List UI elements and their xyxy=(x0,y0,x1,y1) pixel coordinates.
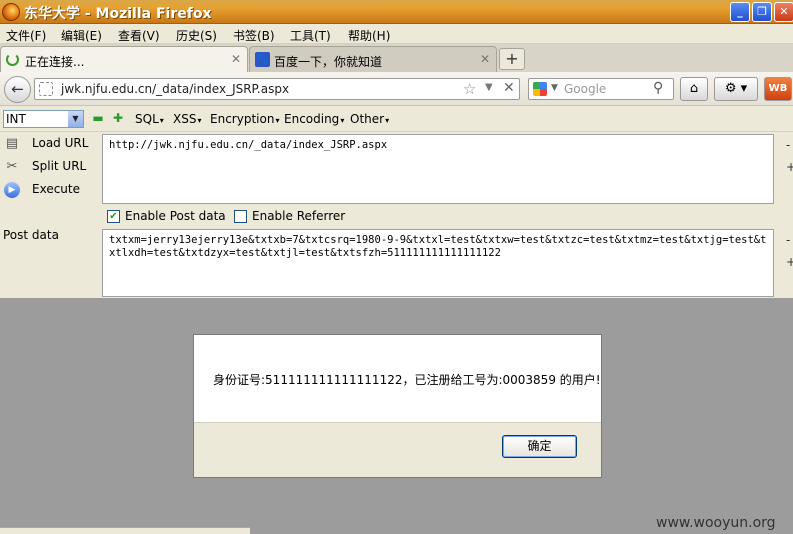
search-placeholder: Google xyxy=(564,82,607,96)
tab-close-icon[interactable]: ✕ xyxy=(480,52,490,66)
ok-button[interactable]: 确定 xyxy=(502,435,577,458)
home-button[interactable]: ⌂ xyxy=(680,77,708,101)
split-url-button[interactable]: ✂ Split URL xyxy=(2,156,97,178)
chevron-down-icon[interactable]: ▼ xyxy=(68,111,83,127)
site-identity-icon[interactable] xyxy=(39,82,53,96)
hackbar-toolbar: INT ▼ ▬ ✚ SQL XSS Encryption Encoding Ot… xyxy=(0,106,793,132)
weibo-button[interactable]: WB xyxy=(764,77,792,101)
checkbox-unchecked-icon[interactable] xyxy=(234,210,247,223)
url-text: jwk.njfu.edu.cn/_data/index_JSRP.aspx xyxy=(61,82,290,96)
alert-message: 身份证号:511111111111111122，已注册给工号为:0003859 … xyxy=(213,373,601,387)
navigation-bar: ← jwk.njfu.edu.cn/_data/index_JSRP.aspx … xyxy=(0,72,793,106)
enable-post-checkbox[interactable]: ✔ Enable Post data xyxy=(107,209,227,225)
search-icon[interactable]: ⚲ xyxy=(653,80,663,96)
hackbar-type-select[interactable]: INT ▼ xyxy=(3,110,84,128)
dialog-footer: 确定 xyxy=(194,422,601,477)
menu-help[interactable]: 帮助(H) xyxy=(348,27,390,44)
scissors-icon: ✂ xyxy=(6,159,18,174)
menu-bookmarks[interactable]: 书签(B) xyxy=(233,27,275,44)
menu-encoding[interactable]: Encoding xyxy=(284,112,344,126)
hackbar-panel: ▤ Load URL ✂ Split URL ▶ Execute http://… xyxy=(0,132,793,298)
execute-play-icon: ▶ xyxy=(4,182,20,198)
post-data-label: Post data xyxy=(3,228,59,242)
url-dropdown-icon[interactable]: ▼ xyxy=(485,82,493,93)
load-url-label: Load URL xyxy=(32,136,89,150)
tab-label: 正在连接... xyxy=(25,55,85,69)
tab-close-icon[interactable]: ✕ xyxy=(231,52,241,66)
google-icon[interactable] xyxy=(533,82,547,96)
new-tab-button[interactable]: + xyxy=(499,48,525,70)
hackbar-url-textarea[interactable]: http://jwk.njfu.edu.cn/_data/index_JSRP.… xyxy=(102,134,774,204)
search-engine-dropdown-icon[interactable]: ▼ xyxy=(551,83,558,93)
menu-edit[interactable]: 编辑(E) xyxy=(61,27,102,44)
execute-label: Execute xyxy=(32,182,80,196)
window-title: 东华大学 - Mozilla Firefox xyxy=(24,6,212,22)
menu-sql[interactable]: SQL xyxy=(135,112,164,126)
alert-dialog: 身份证号:511111111111111122，已注册给工号为:0003859 … xyxy=(193,334,602,478)
expand-icon[interactable]: + xyxy=(786,160,793,174)
maximize-button[interactable]: ❐ xyxy=(752,2,772,22)
loading-spinner-icon xyxy=(6,53,19,66)
menu-view[interactable]: 查看(V) xyxy=(118,27,160,44)
menu-file[interactable]: 文件(F) xyxy=(6,27,46,44)
shrink-icon[interactable]: - xyxy=(786,233,790,247)
tab-label: 百度一下，你就知道 xyxy=(274,55,383,69)
menu-history[interactable]: 历史(S) xyxy=(176,27,217,44)
post-data-textarea[interactable]: txtxm=jerry13ejerry13e&txtxb=7&txtcsrq=1… xyxy=(102,229,774,297)
select-value: INT xyxy=(6,112,26,126)
execute-button[interactable]: ▶ Execute xyxy=(2,179,97,201)
firefox-logo-icon xyxy=(2,3,20,21)
title-bar: 东华大学 - Mozilla Firefox _ ❐ ✕ xyxy=(0,0,793,24)
enable-post-label: Enable Post data xyxy=(125,209,226,223)
bookmark-star-icon[interactable]: ☆ xyxy=(463,80,476,98)
enable-referrer-checkbox[interactable]: Enable Referrer xyxy=(234,209,354,225)
minus-icon[interactable]: ▬ xyxy=(92,112,104,124)
plus-icon[interactable]: ✚ xyxy=(112,112,124,124)
close-button[interactable]: ✕ xyxy=(774,2,793,22)
tab-loading[interactable]: 正在连接... ✕ xyxy=(0,46,248,72)
status-bar xyxy=(0,527,250,534)
minimize-button[interactable]: _ xyxy=(730,2,750,22)
menu-other[interactable]: Other xyxy=(350,112,389,126)
checkbox-checked-icon[interactable]: ✔ xyxy=(107,210,120,223)
load-url-button[interactable]: ▤ Load URL xyxy=(2,133,97,155)
expand-icon[interactable]: + xyxy=(786,255,793,269)
stop-icon[interactable]: ✕ xyxy=(503,80,515,96)
load-url-icon: ▤ xyxy=(5,136,19,151)
tab-baidu[interactable]: 🐾 百度一下，你就知道 ✕ xyxy=(249,46,497,72)
menu-bar: 文件(F) 编辑(E) 查看(V) 历史(S) 书签(B) 工具(T) 帮助(H… xyxy=(0,24,793,44)
menu-encryption[interactable]: Encryption xyxy=(210,112,279,126)
search-box[interactable]: ▼ Google ⚲ xyxy=(528,78,674,100)
menu-tools[interactable]: 工具(T) xyxy=(290,27,331,44)
split-url-label: Split URL xyxy=(32,159,87,173)
url-bar[interactable]: jwk.njfu.edu.cn/_data/index_JSRP.aspx ☆ … xyxy=(34,78,520,100)
enable-referrer-label: Enable Referrer xyxy=(252,209,346,223)
watermark: www.wooyun.org xyxy=(656,515,776,531)
menu-xss[interactable]: XSS xyxy=(173,112,201,126)
baidu-paw-icon: 🐾 xyxy=(255,52,270,67)
back-button[interactable]: ← xyxy=(4,76,31,103)
addon-button[interactable]: ⚙ ▾ xyxy=(714,77,758,101)
tab-strip: 正在连接... ✕ 🐾 百度一下，你就知道 ✕ xyxy=(0,44,793,72)
shrink-icon[interactable]: - xyxy=(786,138,790,152)
